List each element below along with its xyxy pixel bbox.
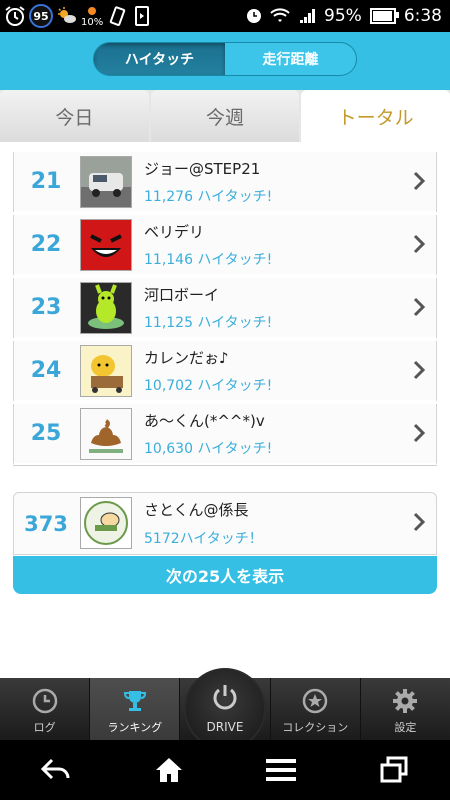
chevron-right-icon bbox=[412, 296, 426, 324]
ranking-row[interactable]: 24 カレンだぉ♪ 10,702 ハイタッチ! bbox=[13, 341, 437, 402]
chevron-right-icon bbox=[412, 511, 426, 539]
recent-apps-icon[interactable] bbox=[369, 750, 419, 790]
ranking-row[interactable]: 21 ジョー@STEP21 11,276 ハイタッチ! bbox=[13, 152, 437, 213]
user-name: ベリデリ bbox=[144, 223, 205, 241]
rank-number: 21 bbox=[30, 169, 62, 194]
nav-log-label: ログ bbox=[33, 721, 56, 734]
nav-settings-label: 設定 bbox=[394, 721, 417, 734]
chevron-right-icon bbox=[412, 170, 426, 198]
back-icon[interactable] bbox=[31, 750, 81, 790]
ranking-list: 21 ジョー@STEP21 11,276 ハイタッチ! 22 ベリデリ 11,1… bbox=[13, 152, 437, 466]
tab-total[interactable]: トータル bbox=[301, 90, 450, 142]
alarm-icon bbox=[4, 5, 26, 27]
score: 11,276 ハイタッチ! bbox=[144, 189, 273, 205]
list-divider bbox=[13, 465, 437, 466]
star-circle-icon bbox=[302, 688, 328, 717]
avatar bbox=[80, 497, 132, 549]
chevron-right-icon bbox=[412, 233, 426, 261]
battery-icon bbox=[369, 8, 399, 24]
score: 10,702 ハイタッチ! bbox=[144, 378, 273, 394]
mode-segmented-control: ハイタッチ 走行距離 bbox=[93, 42, 357, 76]
clock-status-icon bbox=[247, 9, 262, 23]
user-name: 河口ボーイ bbox=[144, 286, 220, 304]
my-ranking-row[interactable]: 373 さとくん@係長 5172ハイタッチ！ bbox=[13, 492, 437, 555]
gear-icon bbox=[392, 688, 418, 717]
drive-button[interactable]: DRIVE bbox=[184, 668, 266, 750]
nav-settings[interactable]: 設定 bbox=[361, 678, 450, 740]
score: 5172ハイタッチ！ bbox=[144, 531, 263, 547]
home-icon[interactable] bbox=[144, 750, 194, 790]
nav-ranking[interactable]: ランキング bbox=[90, 678, 181, 740]
trophy-icon bbox=[122, 688, 148, 717]
rank-number: 22 bbox=[30, 232, 62, 257]
drive-label: DRIVE bbox=[206, 720, 244, 734]
rank-number: 373 bbox=[24, 511, 68, 536]
data-usage: 10% bbox=[81, 5, 103, 28]
menu-icon[interactable] bbox=[256, 750, 306, 790]
nav-log[interactable]: ログ bbox=[0, 678, 91, 740]
avatar bbox=[80, 282, 132, 334]
user-name: カレンだぉ♪ bbox=[144, 349, 229, 367]
avatar bbox=[80, 156, 132, 208]
user-name: さとくん@係長 bbox=[144, 501, 249, 519]
chevron-right-icon bbox=[412, 359, 426, 387]
tab-week[interactable]: 今週 bbox=[150, 90, 300, 142]
status-bar: 95 10% 95% 6:38 bbox=[0, 0, 450, 32]
vibrate-icon bbox=[106, 5, 128, 27]
score: 11,125 ハイタッチ! bbox=[144, 315, 273, 331]
system-nav-bar bbox=[0, 740, 450, 800]
ranking-row[interactable]: 25 あ～くん(*^^*)v 10,630 ハイタッチ! bbox=[13, 404, 437, 465]
clock-icon bbox=[32, 688, 58, 717]
period-tabs: 今日 今週 トータル bbox=[0, 90, 450, 142]
score: 11,146 ハイタッチ! bbox=[144, 252, 273, 268]
chevron-right-icon bbox=[412, 422, 426, 450]
ranking-row[interactable]: 22 ベリデリ 11,146 ハイタッチ! bbox=[13, 215, 437, 276]
user-name: ジョー@STEP21 bbox=[144, 160, 261, 178]
user-name: あ～くん(*^^*)v bbox=[144, 412, 265, 430]
rank-number: 24 bbox=[30, 358, 62, 383]
power-icon bbox=[210, 682, 240, 716]
notification-badge: 95 bbox=[29, 4, 53, 28]
status-left-icons: 95 10% bbox=[4, 3, 153, 29]
nav-collection-label: コレクション bbox=[282, 721, 349, 734]
rank-number: 23 bbox=[30, 295, 62, 320]
clock-time: 6:38 bbox=[403, 6, 442, 26]
screenshot-icon bbox=[131, 5, 153, 27]
avatar bbox=[80, 345, 132, 397]
signal-icon bbox=[300, 9, 316, 23]
avatar bbox=[80, 408, 132, 460]
segment-hightouch[interactable]: ハイタッチ bbox=[94, 43, 225, 75]
segment-distance[interactable]: 走行距離 bbox=[225, 43, 356, 75]
tab-today[interactable]: 今日 bbox=[0, 90, 149, 142]
data-percent: 10% bbox=[81, 16, 104, 28]
rank-number: 25 bbox=[30, 421, 62, 446]
weather-icon bbox=[56, 5, 78, 27]
ranking-row[interactable]: 23 河口ボーイ 11,125 ハイタッチ! bbox=[13, 278, 437, 339]
status-right-icons: 95% 6:38 bbox=[246, 0, 442, 32]
wifi-icon bbox=[270, 8, 290, 22]
battery-percent: 95% bbox=[324, 6, 362, 26]
app-header: ハイタッチ 走行距離 bbox=[0, 32, 450, 90]
avatar bbox=[80, 219, 132, 271]
nav-collection[interactable]: コレクション bbox=[271, 678, 361, 740]
nav-ranking-label: ランキング bbox=[107, 721, 163, 734]
show-next-button[interactable]: 次の25人を表示 bbox=[13, 556, 437, 594]
sun-icon bbox=[88, 6, 97, 15]
score: 10,630 ハイタッチ! bbox=[144, 441, 273, 457]
